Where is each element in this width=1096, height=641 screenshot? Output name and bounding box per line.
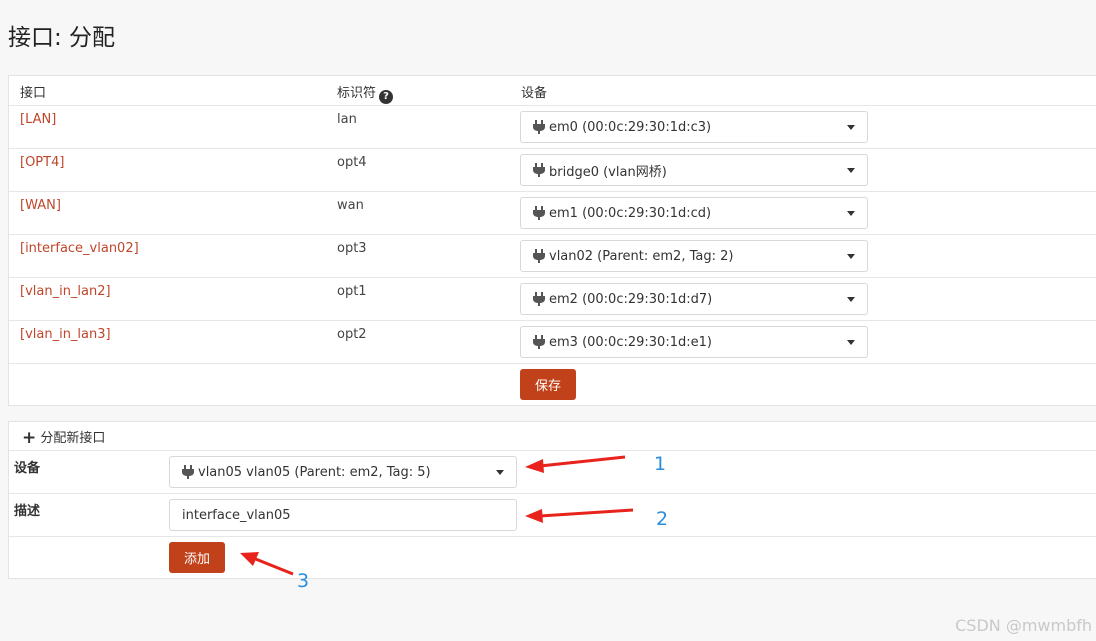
- arrow-1: [525, 455, 626, 473]
- arrow-3: [240, 552, 294, 576]
- annotation-arrows: [240, 455, 634, 576]
- watermark: CSDN @mwmbfh: [955, 616, 1092, 635]
- annotation-number-1: 1: [654, 453, 667, 475]
- arrow-2: [525, 508, 634, 523]
- annotation-number-3: 3: [297, 570, 310, 592]
- annotation-number-2: 2: [656, 508, 669, 530]
